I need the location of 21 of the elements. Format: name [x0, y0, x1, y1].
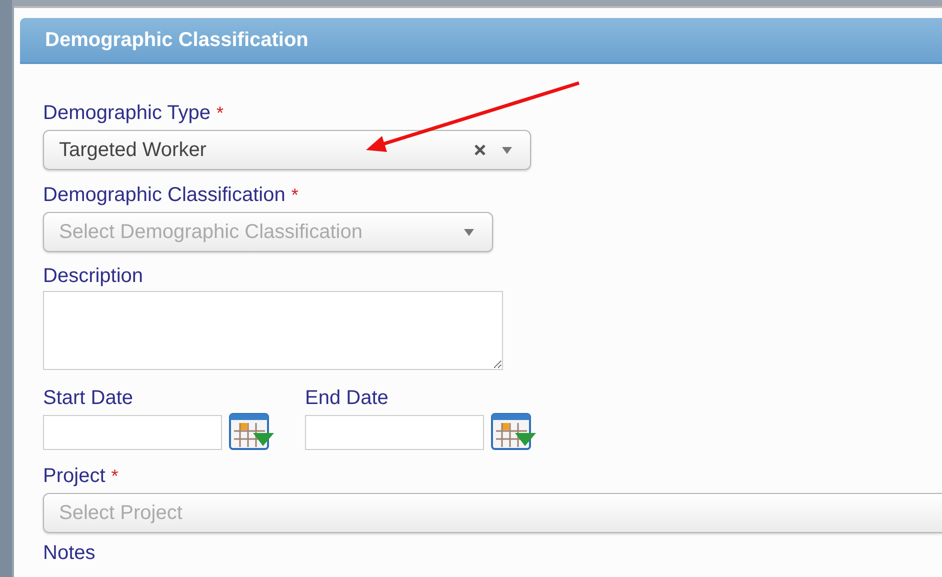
select-field[interactable]: Select Project: [43, 493, 942, 533]
field-label: Start Date: [43, 386, 134, 410]
field-label: End Date: [305, 386, 390, 410]
calendar-icon[interactable]: [491, 413, 537, 451]
caret-icon: [464, 228, 474, 236]
caret-icon: [502, 146, 512, 154]
select-field[interactable]: Select Demographic Classification: [43, 212, 493, 252]
date-field[interactable]: [43, 414, 222, 450]
dialog-title: Demographic Classification: [45, 28, 308, 53]
field-label: Notes: [43, 541, 96, 565]
calendar-icon[interactable]: [229, 413, 275, 451]
date-field[interactable]: [305, 414, 484, 450]
close-icon[interactable]: [474, 144, 486, 156]
required-mark: *: [216, 102, 224, 125]
field-label: Demographic Type: [43, 101, 210, 125]
required-mark: *: [111, 465, 118, 488]
select-field[interactable]: Targeted Worker: [43, 130, 531, 170]
field-label: Project: [43, 464, 106, 488]
required-mark: *: [291, 184, 298, 207]
field-label: Demographic Classification: [43, 183, 286, 207]
field-label: Description: [43, 264, 144, 288]
